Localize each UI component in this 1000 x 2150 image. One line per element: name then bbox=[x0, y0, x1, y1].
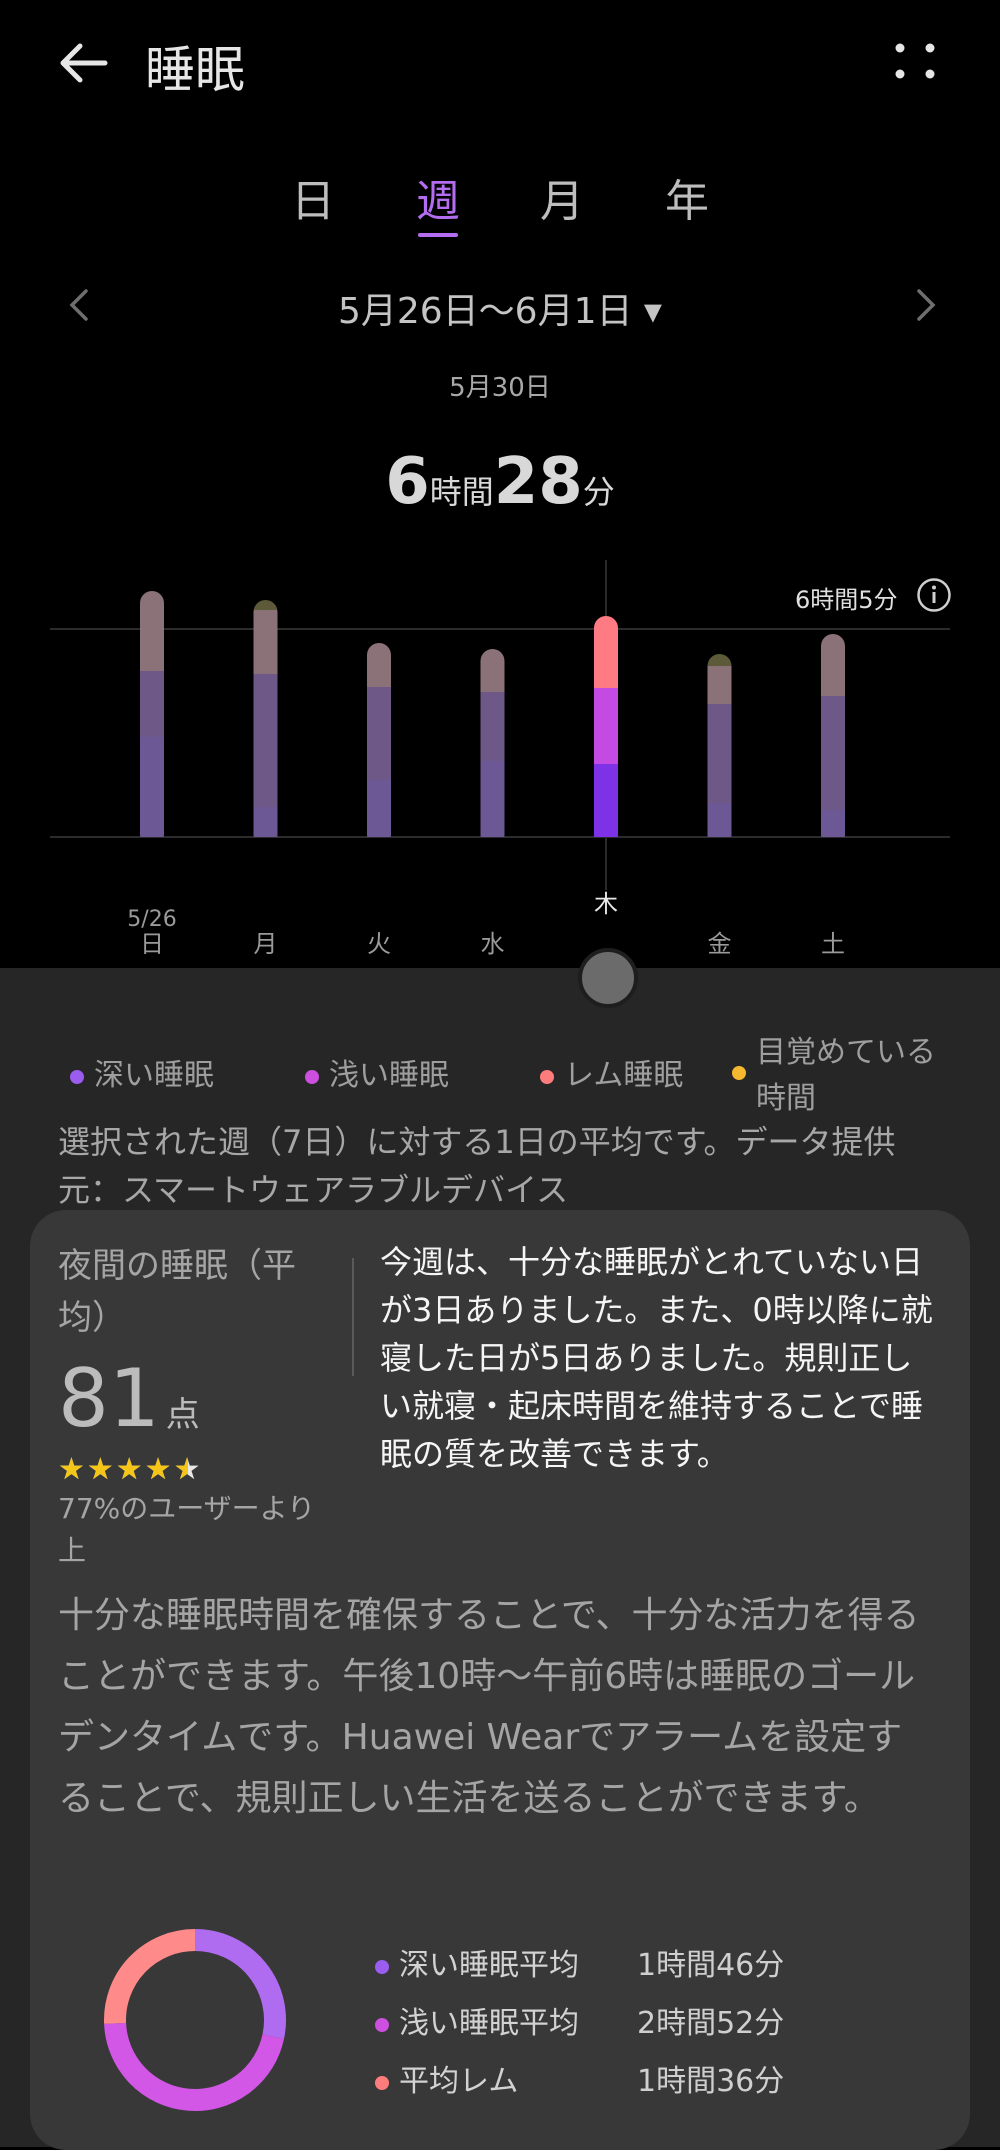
sleep-score: 81 点 bbox=[58, 1352, 200, 1445]
date-range-selector[interactable]: 5月26日〜6月1日 ▾ bbox=[300, 282, 700, 334]
bar-segment bbox=[821, 634, 845, 696]
weekly-sleep-chart: 日5/26 月 火 水 木金 土 bbox=[50, 560, 950, 958]
chart-scrubber-handle[interactable] bbox=[578, 948, 638, 1008]
category-label: 日 bbox=[140, 930, 164, 958]
duration-hours: 6 bbox=[385, 445, 430, 519]
bar-segment bbox=[707, 654, 732, 666]
stat-row-rem: 平均レム 1時間36分 bbox=[375, 2056, 935, 2100]
card-title: 夜間の睡眠（平均） bbox=[58, 1246, 296, 1338]
category-label: 土 bbox=[821, 930, 845, 958]
sleep-tip: 十分な睡眠時間を確保することで、十分な活力を得ることができます。午後10時〜午前… bbox=[58, 1595, 920, 1819]
bar-segment bbox=[821, 810, 845, 837]
bar-segment bbox=[140, 671, 164, 737]
bar-5 bbox=[707, 654, 732, 837]
duration-hours-unit: 時間 bbox=[429, 473, 494, 511]
bar-segment bbox=[480, 649, 505, 692]
donut-slice bbox=[194, 1929, 286, 2039]
average-label: 6時間5分 bbox=[795, 586, 898, 614]
bar-segment bbox=[480, 692, 505, 761]
page-title: 睡眠 bbox=[145, 41, 245, 99]
score-value: 81 bbox=[58, 1352, 160, 1445]
back-arrow-icon[interactable] bbox=[50, 28, 120, 98]
bar-segment bbox=[821, 696, 845, 810]
bar-segment bbox=[253, 674, 278, 807]
duration-minutes-unit: 分 bbox=[582, 473, 615, 511]
category-label: 木 bbox=[594, 890, 618, 918]
period-tabs: 日 週 月 年 bbox=[0, 165, 1000, 245]
duration-minutes: 28 bbox=[493, 445, 583, 519]
first-date-label: 5/26 bbox=[127, 907, 176, 932]
bar-segment bbox=[367, 780, 391, 837]
bar-segment bbox=[594, 688, 618, 764]
bar-segment bbox=[594, 764, 618, 837]
bar-segment bbox=[707, 666, 732, 704]
chart-legend: 深い睡眠 浅い睡眠 レム睡眠 目覚めている時間 bbox=[60, 1020, 960, 1120]
legend-item-awake: 目覚めている時間 bbox=[732, 1030, 942, 1122]
bar-6 bbox=[821, 634, 845, 837]
weekly-advice: 今週は、十分な睡眠がとれていない日が3日ありました。また、0時以降に就寝した日が… bbox=[380, 1243, 933, 1473]
category-label: 火 bbox=[367, 930, 391, 958]
category-label: 月 bbox=[254, 930, 278, 958]
more-options-icon[interactable] bbox=[880, 38, 950, 88]
bar-segment bbox=[367, 687, 391, 780]
legend-item-rem: レム睡眠 bbox=[540, 1050, 683, 1094]
bar-segment bbox=[707, 704, 732, 803]
info-icon[interactable] bbox=[916, 577, 952, 613]
sleep-breakdown-donut bbox=[104, 1929, 286, 2111]
tab-year[interactable]: 年 bbox=[642, 165, 732, 229]
active-tab-indicator bbox=[418, 233, 458, 237]
donut-slice bbox=[104, 2022, 284, 2111]
card-divider bbox=[352, 1258, 354, 1376]
bar-4 bbox=[594, 616, 618, 837]
data-description: 選択された週（7日）に対する1日の平均です。データ提供元：スマートウェアラブルデ… bbox=[58, 1123, 896, 1209]
bar-3 bbox=[480, 649, 505, 837]
selected-date: 5月30日 bbox=[449, 373, 551, 403]
bar-segment bbox=[480, 761, 505, 837]
category-label: 水 bbox=[481, 930, 505, 958]
bar-segment bbox=[707, 803, 732, 837]
legend-item-deep: 深い睡眠 bbox=[70, 1050, 214, 1094]
bar-segment bbox=[594, 616, 618, 688]
legend-item-light: 浅い睡眠 bbox=[305, 1050, 449, 1094]
category-label: 金 bbox=[708, 930, 732, 958]
bar-segment bbox=[367, 643, 391, 687]
sleep-duration: 6時間28分 bbox=[300, 445, 700, 519]
previous-week-icon[interactable] bbox=[60, 285, 100, 325]
user-percentile: 77%のユーザーより上 bbox=[58, 1492, 316, 1567]
tab-week[interactable]: 週 bbox=[393, 165, 483, 229]
bar-segment bbox=[140, 737, 164, 837]
bar-0 bbox=[140, 591, 164, 837]
bar-2 bbox=[367, 643, 391, 837]
donut-slice bbox=[104, 1929, 196, 2024]
score-unit: 点 bbox=[165, 1395, 200, 1435]
bar-segment bbox=[253, 610, 278, 674]
stat-row-deep: 深い睡眠平均 1時間46分 bbox=[375, 1940, 935, 1984]
bar-segment bbox=[140, 591, 164, 671]
bar-segment bbox=[253, 807, 278, 837]
bar-1 bbox=[253, 600, 278, 837]
tab-day[interactable]: 日 bbox=[268, 165, 358, 229]
next-week-icon[interactable] bbox=[905, 285, 945, 325]
stat-row-light: 浅い睡眠平均 2時間52分 bbox=[375, 1998, 935, 2042]
tab-month[interactable]: 月 bbox=[517, 165, 607, 229]
bar-segment bbox=[253, 600, 278, 610]
star-rating: ★★★★★ ★★★★★ bbox=[58, 1452, 203, 1487]
